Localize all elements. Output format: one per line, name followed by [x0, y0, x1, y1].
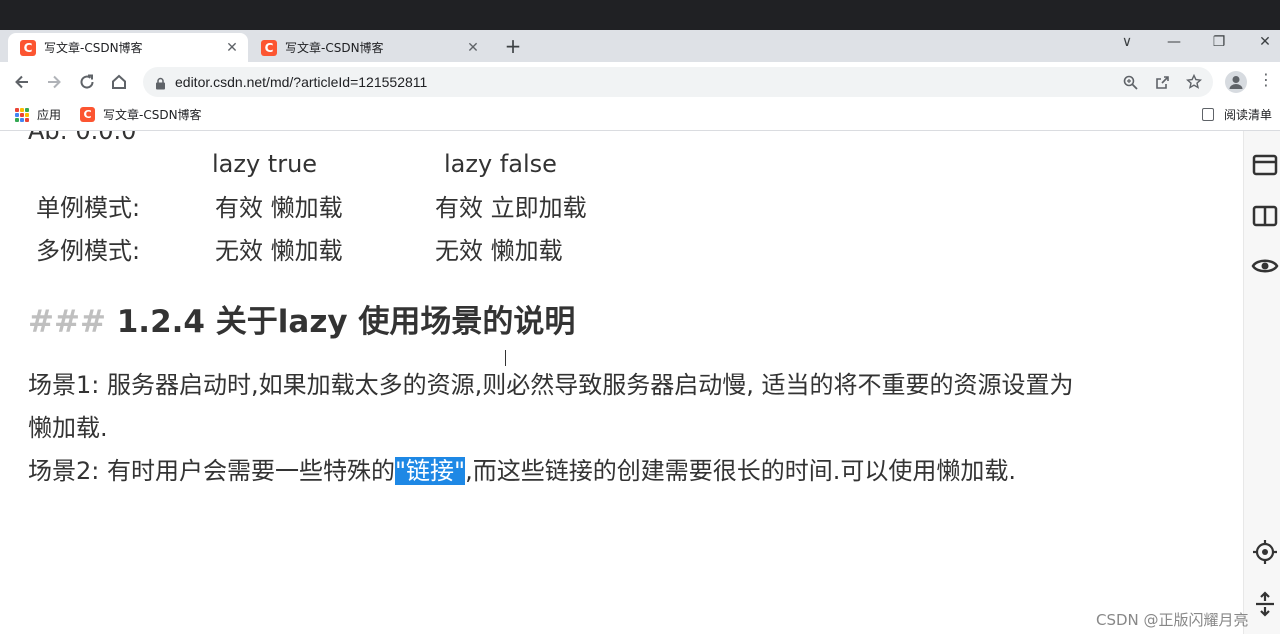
editor-preview[interactable]: Ab: 0.0.0 lazy true lazy false 单例模式: 有效 … — [0, 131, 1243, 634]
row-singleton-lazy-true: 有效 懒加载 — [215, 194, 343, 222]
preview-eye-icon[interactable] — [1251, 252, 1279, 280]
row-singleton-lazy-false: 有效 立即加载 — [435, 194, 587, 222]
forward-icon[interactable] — [42, 70, 66, 94]
reading-list-label: 阅读清单 — [1224, 108, 1273, 122]
back-icon[interactable] — [10, 70, 34, 94]
text-cursor-icon — [505, 350, 508, 366]
table-header-lazy-true: lazy true — [212, 150, 318, 178]
reading-list-icon — [1202, 108, 1214, 121]
scene1-line1: 场景1: 服务器启动时,如果加载太多的资源,则必然导致服务器启动慢, 适当的将不… — [28, 371, 1074, 399]
tab-title: 写文章-CSDN博客 — [44, 41, 143, 55]
scene1-line2: 懒加载. — [28, 414, 108, 442]
tab-close-icon[interactable]: ✕ — [224, 40, 240, 56]
locate-target-icon[interactable] — [1251, 538, 1279, 566]
row-prototype-lazy-true: 无效 懒加载 — [215, 237, 343, 265]
single-column-view-icon[interactable] — [1251, 151, 1279, 179]
profile-avatar-icon[interactable] — [1225, 71, 1247, 93]
table-header-lazy-false: lazy false — [444, 150, 557, 178]
heading-hash-marker: ### — [28, 304, 106, 340]
apps-label: 应用 — [37, 108, 62, 122]
lock-icon — [155, 75, 166, 94]
csdn-favicon-icon: C — [20, 39, 36, 56]
reload-icon[interactable] — [75, 70, 99, 94]
reading-list-button[interactable]: 阅读清单 — [1202, 106, 1272, 123]
tab-search-chevron-icon[interactable]: ∨ — [1115, 34, 1139, 50]
apps-bookmark[interactable]: 应用 — [15, 106, 61, 123]
scene2-paragraph: 场景2: 有时用户会需要一些特殊的"链接",而这些链接的创建需要很长的时间.可以… — [28, 456, 1016, 486]
row-label-singleton: 单例模式: — [36, 194, 141, 222]
csdn-favicon-icon: C — [261, 39, 277, 56]
zoom-icon[interactable] — [1120, 72, 1140, 92]
csdn-watermark: CSDN @正版闪耀月亮 — [1096, 611, 1249, 629]
tab-close-icon[interactable]: ✕ — [465, 40, 481, 56]
scene2-text-after: ,而这些链接的创建需要很长的时间.可以使用懒加载. — [465, 457, 1016, 485]
url-text: editor.csdn.net/md/?articleId=121552811 — [175, 74, 428, 90]
share-icon[interactable] — [1152, 72, 1172, 92]
csdn-favicon-icon: C — [80, 107, 95, 122]
tab-active[interactable]: C 写文章-CSDN博客 ✕ — [8, 33, 248, 62]
restore-button[interactable]: ❐ — [1207, 34, 1231, 50]
bookmark-label: 写文章-CSDN博客 — [103, 108, 202, 122]
tab-inactive[interactable]: C 写文章-CSDN博客 ✕ — [249, 33, 489, 62]
close-window-button[interactable]: ✕ — [1253, 34, 1277, 50]
tab-title: 写文章-CSDN博客 — [285, 41, 384, 55]
selected-text-highlight[interactable]: "链接" — [394, 457, 466, 485]
scrolled-text: Ab: 0.0.0 — [28, 131, 137, 145]
address-bar[interactable]: editor.csdn.net/md/?articleId=121552811 — [143, 67, 1213, 97]
section-heading: ### 1.2.4 关于lazy 使用场景的说明 — [28, 296, 575, 341]
minimize-button[interactable]: — — [1162, 34, 1186, 50]
sync-scroll-icon[interactable] — [1251, 590, 1279, 618]
new-tab-button[interactable]: + — [502, 36, 524, 58]
bookmark-item[interactable]: C 写文章-CSDN博客 — [80, 106, 202, 123]
top-strip — [0, 0, 1280, 30]
heading-text: 1.2.4 关于lazy 使用场景的说明 — [105, 304, 576, 340]
scene2-text-before: 场景2: 有时用户会需要一些特殊的 — [28, 457, 395, 485]
home-icon[interactable] — [107, 70, 131, 94]
bookmark-star-icon[interactable] — [1184, 72, 1204, 92]
browser-menu-icon[interactable]: ⋮ — [1258, 70, 1274, 89]
apps-grid-icon — [15, 107, 29, 122]
row-prototype-lazy-false: 无效 懒加载 — [435, 237, 563, 265]
split-view-icon[interactable] — [1251, 202, 1279, 230]
row-label-prototype: 多例模式: — [36, 237, 141, 265]
